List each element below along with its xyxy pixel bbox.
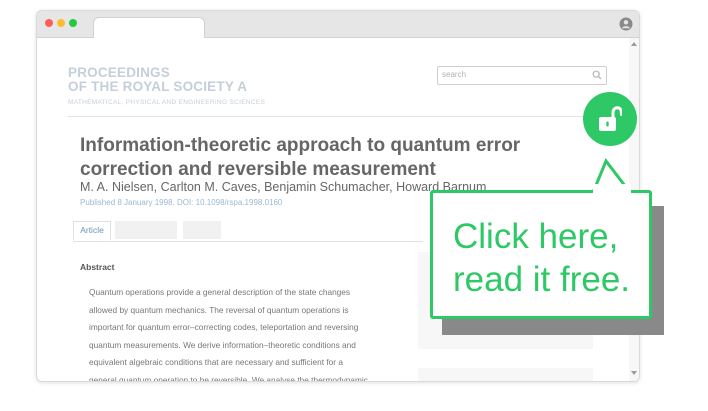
search-placeholder: search bbox=[442, 70, 467, 79]
tab-article[interactable]: Article bbox=[73, 221, 111, 241]
scroll-down-arrow-icon[interactable] bbox=[630, 369, 638, 377]
abstract-heading: Abstract bbox=[80, 262, 115, 272]
read-free-callout[interactable]: Click here, read it free. bbox=[430, 190, 652, 319]
callout-text: Click here, read it free. bbox=[453, 215, 653, 301]
close-window-button[interactable] bbox=[45, 19, 53, 27]
abstract-text: Quantum operations provide a general des… bbox=[89, 284, 389, 382]
publication-info: Published 8 January 1998. DOI: 10.1098/r… bbox=[80, 198, 283, 207]
user-icon[interactable] bbox=[619, 17, 633, 31]
search-icon[interactable] bbox=[592, 70, 602, 80]
scroll-up-arrow-icon[interactable] bbox=[630, 40, 638, 48]
journal-subtitle: MATHEMATICAL, PHYSICAL AND ENGINEERING S… bbox=[68, 99, 266, 106]
journal-name-line-2: OF THE ROYAL SOCIETY A bbox=[68, 79, 248, 94]
abstract-line: allowed by quantum mechanics. The revers… bbox=[89, 304, 349, 315]
callout-line-1: Click here, bbox=[453, 217, 619, 256]
callout-pointer-join bbox=[593, 184, 631, 193]
sidebar-placeholder-box bbox=[418, 368, 593, 381]
article-title: Information-theoretic approach to quantu… bbox=[80, 135, 521, 180]
tab-placeholder-1[interactable] bbox=[115, 221, 177, 239]
header-divider bbox=[68, 116, 618, 117]
minimize-window-button[interactable] bbox=[57, 19, 65, 27]
journal-name-line-1: PROCEEDINGS bbox=[68, 65, 170, 80]
tabs-divider bbox=[73, 241, 423, 242]
maximize-window-button[interactable] bbox=[69, 19, 77, 27]
abstract-line: equivalent algebraic conditions that are… bbox=[89, 357, 343, 368]
tab-placeholder-2[interactable] bbox=[183, 221, 221, 239]
browser-titlebar bbox=[37, 11, 639, 39]
journal-logo[interactable]: PROCEEDINGS OF THE ROYAL SOCIETY A MATHE… bbox=[68, 65, 266, 107]
unlocked-padlock-icon bbox=[599, 106, 622, 131]
abstract-line: important for quantum error–correcting c… bbox=[89, 322, 359, 333]
browser-tab[interactable] bbox=[93, 17, 205, 39]
free-access-badge[interactable] bbox=[583, 92, 637, 146]
abstract-line: quantum measurements. We derive informat… bbox=[89, 339, 356, 350]
callout-line-2: read it free. bbox=[453, 260, 631, 299]
abstract-line: general quantum operation to be reversib… bbox=[89, 374, 368, 382]
article-authors: M. A. Nielsen, Carlton M. Caves, Benjami… bbox=[80, 180, 487, 194]
abstract-line: Quantum operations provide a general des… bbox=[89, 287, 351, 297]
search-input[interactable]: search bbox=[437, 66, 607, 85]
